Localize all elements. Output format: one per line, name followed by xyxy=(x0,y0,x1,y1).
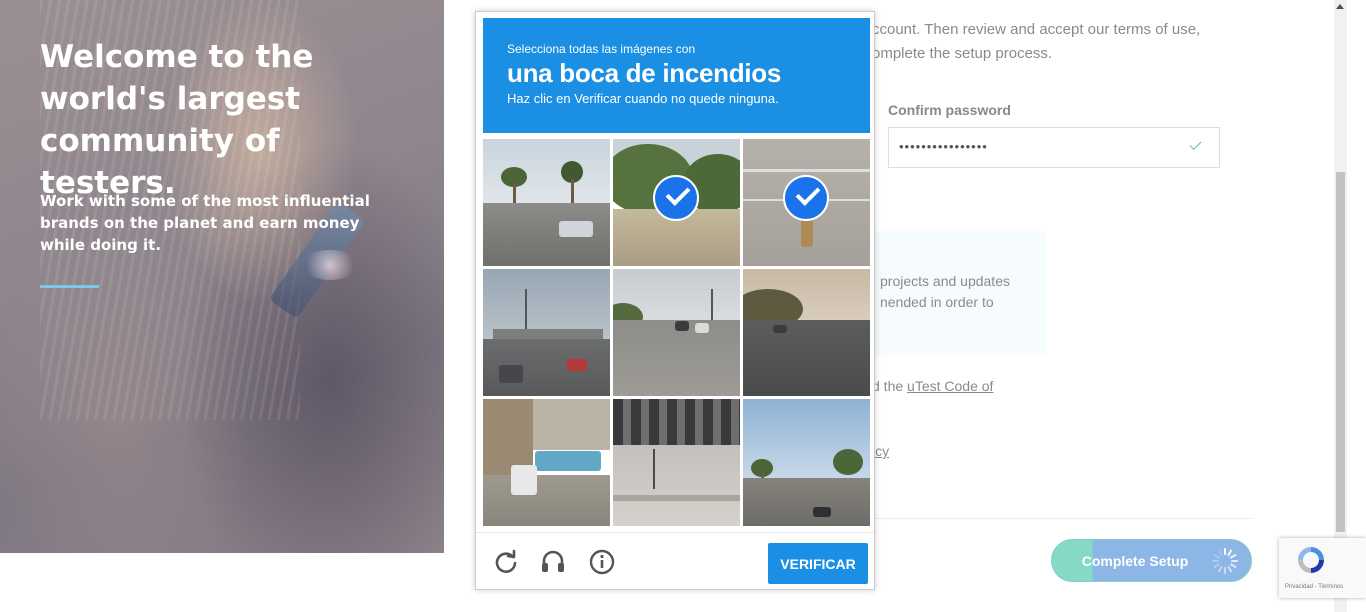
captcha-tile-7[interactable] xyxy=(483,399,610,526)
info-text: projects and updates nended in order to xyxy=(880,271,1040,313)
captcha-tile-6[interactable] xyxy=(743,269,870,396)
code-of-conduct-link[interactable]: uTest Code of xyxy=(907,378,993,394)
verify-button[interactable]: VERIFICAR xyxy=(768,543,868,584)
captcha-instruction-top: Selecciona todas las imágenes con xyxy=(507,42,696,56)
captcha-tile-9[interactable] xyxy=(743,399,870,526)
reload-icon[interactable] xyxy=(493,549,519,575)
valid-check-icon xyxy=(1189,137,1202,151)
captcha-tile-5[interactable] xyxy=(613,269,740,396)
confirm-password-label: Confirm password xyxy=(888,102,1011,118)
scrollbar-thumb[interactable] xyxy=(1336,172,1345,532)
form-intro-line: omplete the setup process. xyxy=(872,45,1053,62)
info-line: projects and updates xyxy=(880,273,1010,289)
form-divider xyxy=(870,518,1254,519)
loading-spinner-icon xyxy=(1211,547,1239,575)
hero-title: Welcome to the world's largest community… xyxy=(40,39,314,201)
confirm-password-value: •••••••••••••••• xyxy=(899,139,988,154)
info-icon[interactable] xyxy=(589,549,615,575)
recaptcha-logo-icon xyxy=(1298,547,1324,573)
captcha-image-grid xyxy=(483,139,870,526)
hero-accent-line xyxy=(40,285,99,288)
captcha-instruction-bottom: Haz clic en Verificar cuando no quede ni… xyxy=(507,91,779,106)
captcha-tile-8[interactable] xyxy=(613,399,740,526)
recaptcha-terms[interactable]: Privacidad - Términos xyxy=(1285,584,1343,590)
selected-check-icon xyxy=(783,175,829,221)
confirm-password-field[interactable]: •••••••••••••••• xyxy=(888,127,1220,168)
info-box: projects and updates nended in order to xyxy=(870,231,1046,355)
captcha-instruction-banner: Selecciona todas las imágenes con una bo… xyxy=(483,18,870,133)
hero-panel: Welcome to the world's largest community… xyxy=(0,0,444,553)
captcha-tile-4[interactable] xyxy=(483,269,610,396)
captcha-challenge-dialog: Selecciona todas las imágenes con una bo… xyxy=(475,11,875,590)
form-intro: ccount. Then review and accept our terms… xyxy=(872,18,1252,66)
complete-setup-button[interactable]: Complete Setup xyxy=(1051,539,1252,582)
captcha-tile-2[interactable] xyxy=(613,139,740,266)
selected-check-icon xyxy=(653,175,699,221)
audio-icon[interactable] xyxy=(540,549,566,575)
code-of-conduct-text: d the uTest Code of xyxy=(872,378,993,394)
captcha-tile-1[interactable] xyxy=(483,139,610,266)
captcha-footer: VERIFICAR xyxy=(476,532,874,591)
captcha-tile-3[interactable] xyxy=(743,139,870,266)
info-line: nended in order to xyxy=(880,294,994,310)
form-intro-line: ccount. Then review and accept our terms… xyxy=(872,21,1201,38)
recaptcha-badge[interactable]: Privacidad - Términos xyxy=(1279,538,1366,598)
captcha-target-object: una boca de incendios xyxy=(507,58,781,88)
scroll-up-arrow-icon[interactable] xyxy=(1336,4,1344,9)
agree-prefix: d the xyxy=(872,378,908,394)
hero-subtitle: Work with some of the most influential b… xyxy=(40,192,370,254)
complete-setup-label: Complete Setup xyxy=(1081,553,1189,569)
